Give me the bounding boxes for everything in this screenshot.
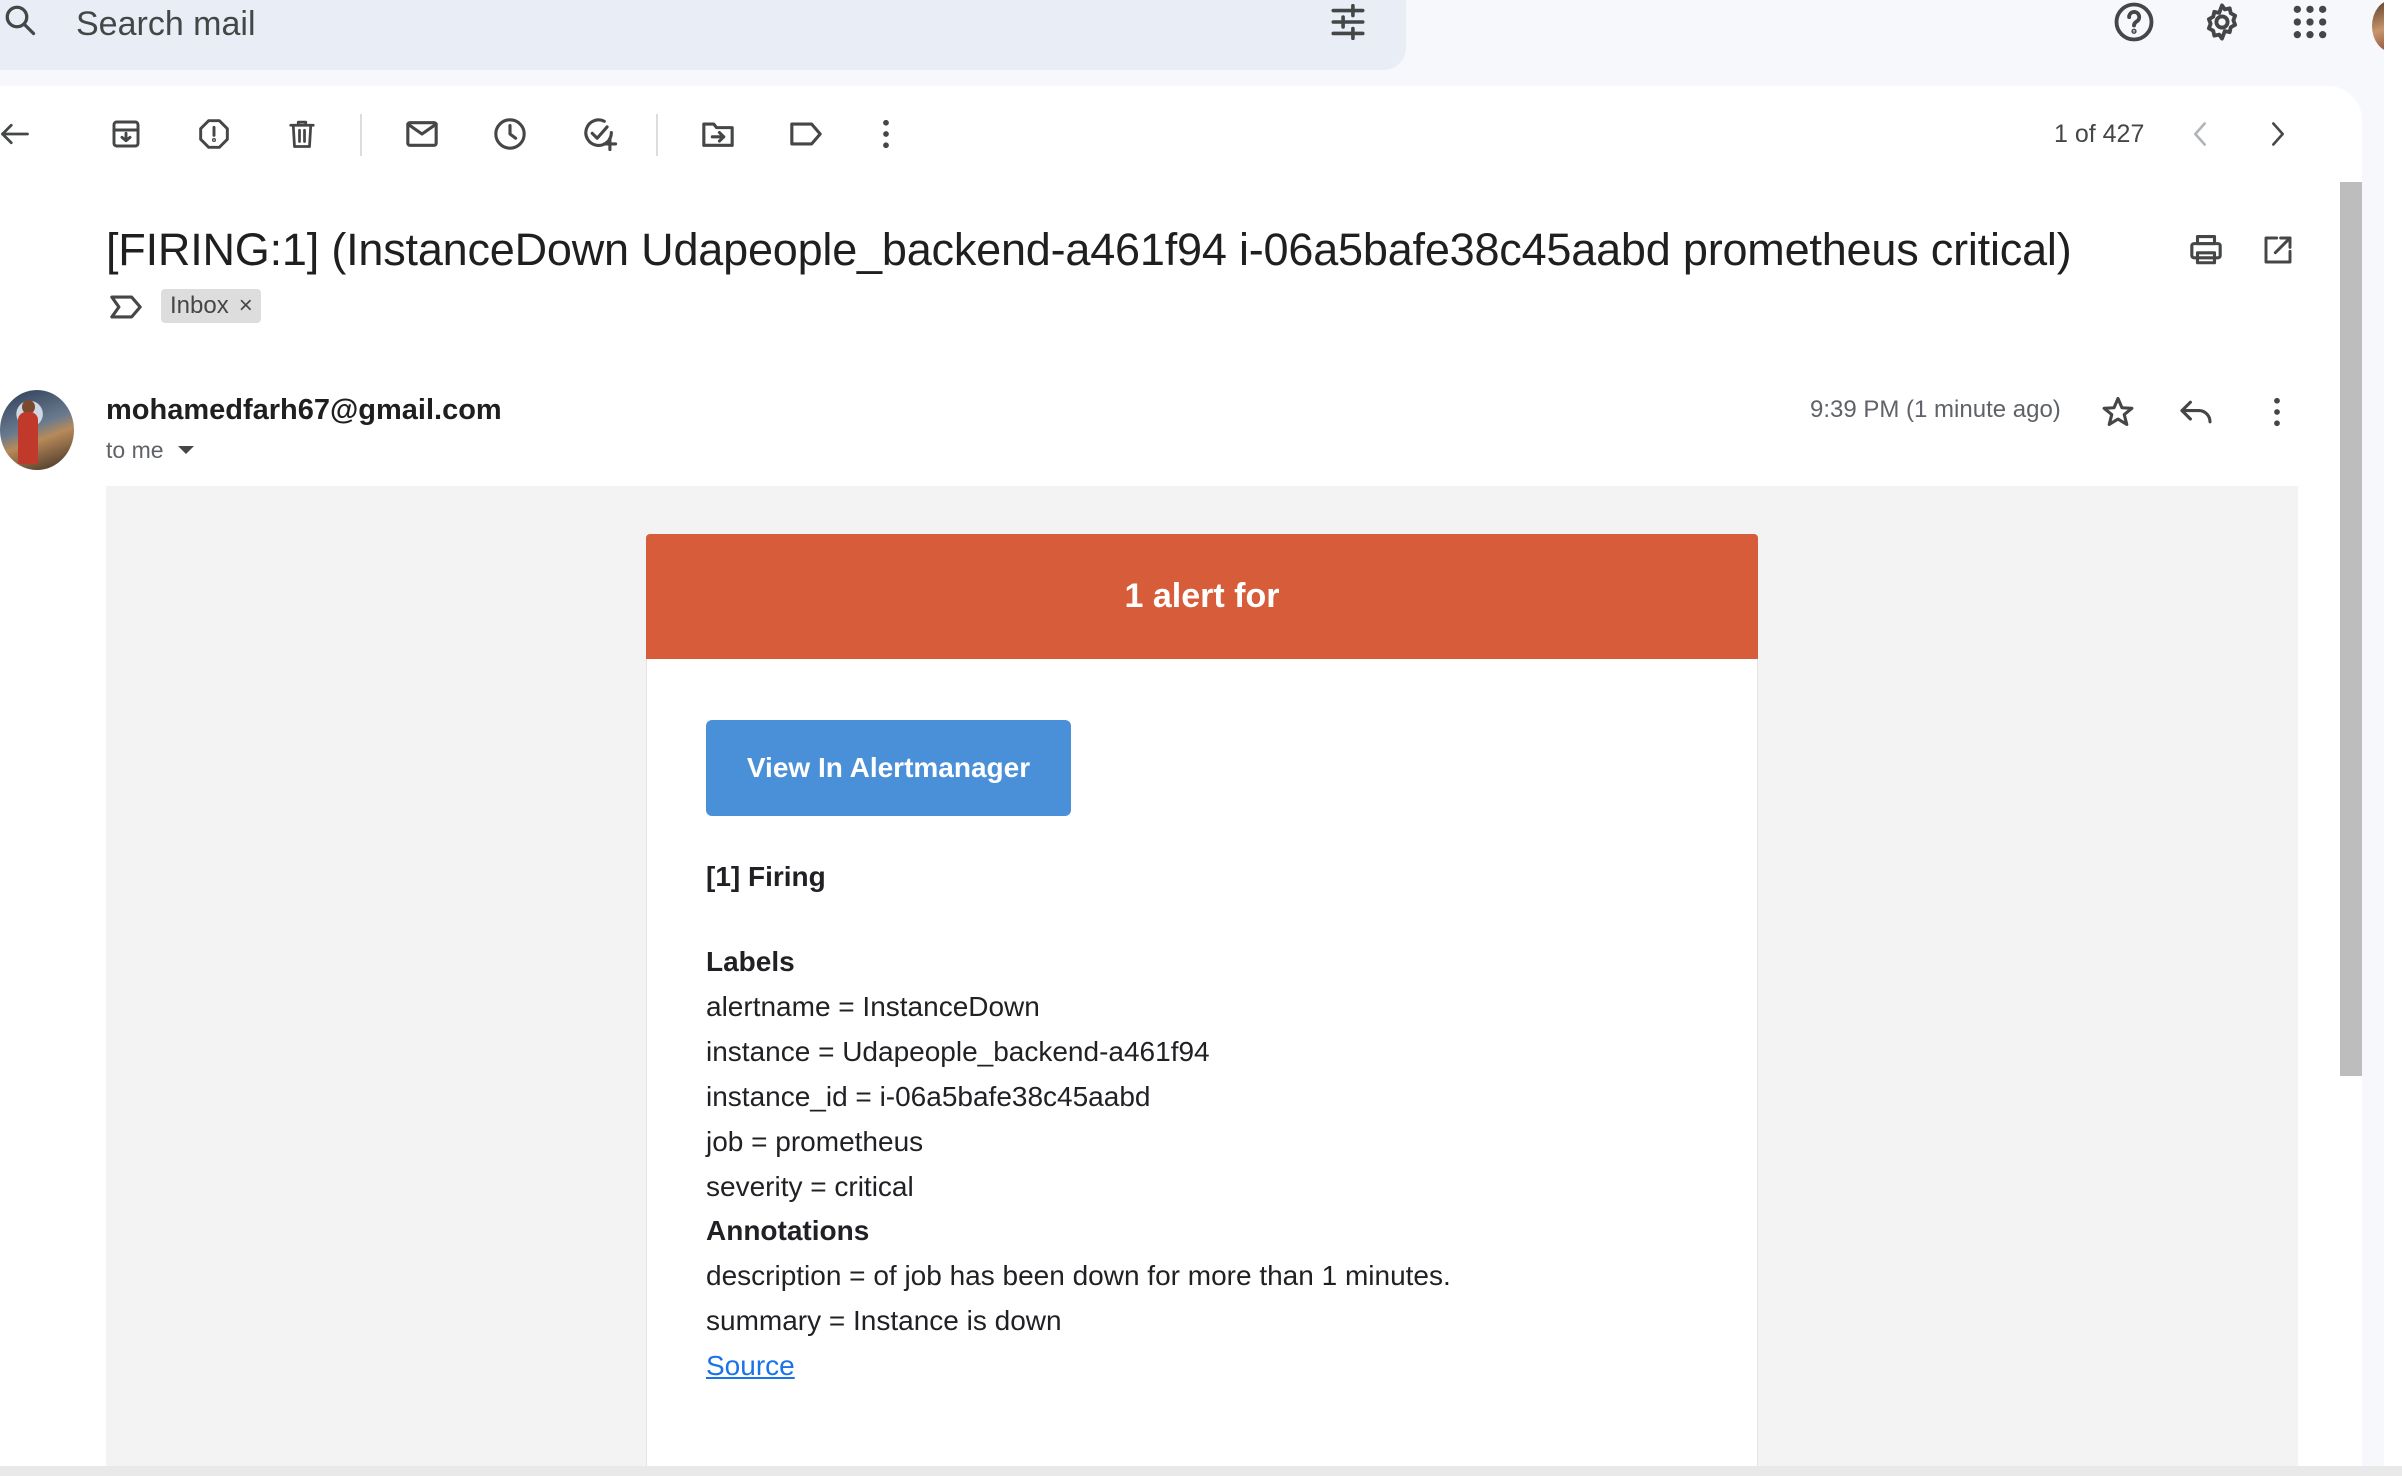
- email-subject: [FIRING:1] (InstanceDown Udapeople_backe…: [106, 224, 2072, 275]
- search-icon[interactable]: [0, 0, 40, 40]
- move-to-icon[interactable]: [698, 114, 738, 154]
- chevron-left-icon[interactable]: [2186, 114, 2214, 154]
- toolbar-divider: [656, 114, 658, 156]
- snooze-icon[interactable]: [490, 114, 530, 154]
- recipient-details[interactable]: to me: [106, 435, 194, 465]
- annotation-line: summary = Instance is down: [706, 1305, 1062, 1336]
- more-options-icon[interactable]: [2260, 392, 2294, 432]
- back-arrow-icon[interactable]: [0, 114, 30, 154]
- search-options-icon[interactable]: [1326, 2, 1370, 42]
- label-line: job = prometheus: [706, 1126, 924, 1157]
- mark-unread-icon[interactable]: [402, 114, 442, 154]
- importance-marker-icon[interactable]: [106, 290, 146, 324]
- annotation-line: description = of job has been down for m…: [706, 1260, 1451, 1291]
- view-in-alertmanager-button[interactable]: View In Alertmanager: [706, 720, 1071, 816]
- archive-icon[interactable]: [106, 114, 146, 154]
- label-line: instance = Udapeople_backend-a461f94: [706, 1036, 1210, 1067]
- pagination-count: 1 of 427: [2054, 120, 2145, 148]
- label-line: instance_id = i-06a5bafe38c45aabd: [706, 1081, 1151, 1112]
- message-timestamp: 9:39 PM (1 minute ago): [1810, 396, 2061, 423]
- label-chip-text: Inbox: [170, 292, 229, 319]
- chevron-right-icon[interactable]: [2264, 114, 2292, 154]
- source-link[interactable]: Source: [706, 1348, 795, 1384]
- print-icon[interactable]: [2186, 230, 2226, 270]
- report-spam-icon[interactable]: [194, 114, 234, 154]
- remove-label-icon[interactable]: ×: [239, 289, 253, 323]
- labels-heading: Labels: [706, 946, 795, 977]
- annotations-heading: Annotations: [706, 1215, 870, 1246]
- sender-email[interactable]: mohamedfarh67@gmail.com: [106, 392, 502, 428]
- help-icon[interactable]: [2112, 0, 2156, 44]
- right-side-panel-edge: [2384, 0, 2402, 1476]
- reply-icon[interactable]: [2176, 392, 2216, 432]
- alert-banner: 1 alert for: [646, 534, 1758, 659]
- scrollbar-thumb[interactable]: [2340, 182, 2362, 1076]
- label-chip-inbox: Inbox ×: [161, 289, 261, 323]
- search-input[interactable]: Search mail: [76, 4, 256, 44]
- more-vert-icon[interactable]: [868, 114, 904, 154]
- add-task-icon[interactable]: [578, 114, 622, 154]
- toolbar-divider: [360, 114, 362, 156]
- settings-gear-icon[interactable]: [2200, 0, 2244, 44]
- sender-avatar[interactable]: [0, 390, 74, 470]
- bottom-edge: [0, 1466, 2402, 1476]
- delete-icon[interactable]: [282, 114, 322, 154]
- label-line: alertname = InstanceDown: [706, 991, 1040, 1022]
- labels-icon[interactable]: [786, 114, 826, 154]
- apps-grid-icon[interactable]: [2288, 0, 2332, 44]
- avatar-photo-body: [18, 412, 38, 464]
- open-in-new-window-icon[interactable]: [2258, 230, 2298, 270]
- star-icon[interactable]: [2098, 392, 2138, 432]
- recipient-label: to me: [106, 437, 164, 463]
- caret-down-icon[interactable]: [177, 446, 194, 454]
- label-line: severity = critical: [706, 1171, 914, 1202]
- firing-heading: [1] Firing: [706, 861, 826, 892]
